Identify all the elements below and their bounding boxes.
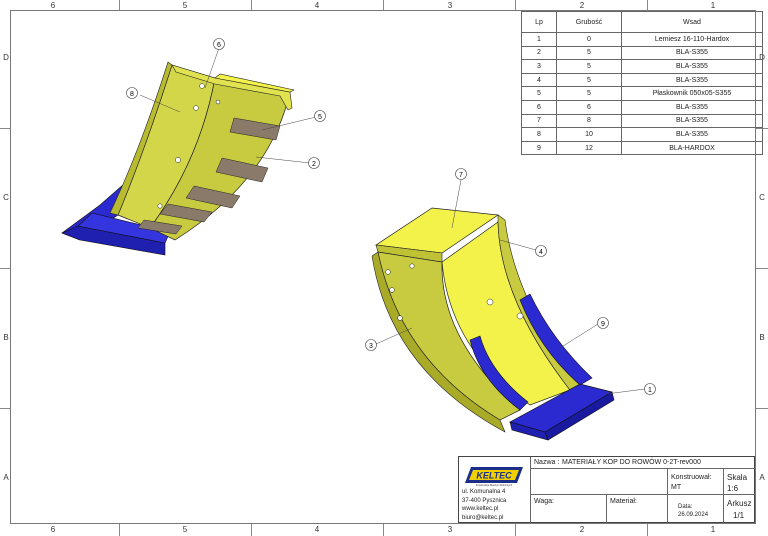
bom-cell: BLA-S355 (621, 72, 763, 88)
bom-cell: 8 (521, 127, 557, 142)
date-value: 26.09.2024 (678, 512, 709, 518)
balloon-3: 3 (365, 339, 377, 351)
name-value: MATERIAŁY KOP DO ROWÓW 0-2T-rev000 (562, 459, 701, 466)
balloon-label: 3 (369, 343, 373, 350)
balloon-5: 5 (314, 110, 326, 122)
scale-value: 1:6 (727, 484, 739, 493)
bom-cell: Płaskownik 050x05-S355 (621, 86, 763, 101)
sheet-label: Arkusz (727, 499, 752, 508)
sheet-field: Arkusz 1/1 (723, 494, 755, 523)
bom-cell: 4 (521, 72, 557, 88)
bom-row: 1 0 Lemiesz 16-110-Hardox (521, 32, 763, 47)
bom-cell: 3 (521, 59, 557, 74)
bom-cell: 9 (521, 140, 557, 156)
company-address: ul. Komunalna 4 37-400 Pysznica www.kelt… (462, 488, 506, 522)
balloon-1: 1 (644, 383, 656, 395)
balloon-label: 5 (318, 114, 322, 121)
logo-tagline: Konstrukcje Maszyn Rolniczych (476, 483, 513, 487)
bom-cell: 12 (556, 140, 622, 156)
bom-row: 6 6 BLA-S355 (521, 99, 763, 115)
bom-row: 7 8 BLA-S355 (521, 113, 763, 129)
bom-cell: BLA-S355 (621, 113, 763, 129)
blank-field (530, 468, 668, 495)
bom-cell: 8 (556, 113, 622, 129)
bom-cell: Lemiesz 16-110-Hardox (621, 32, 763, 47)
bom-row: 2 5 BLA-S355 (521, 45, 763, 61)
title-block: KELTEC Konstrukcje Maszyn Rolniczych ul.… (458, 456, 755, 523)
bom-row: 3 5 BLA-S355 (521, 59, 763, 74)
bom-cell: 5 (556, 86, 622, 101)
balloon-7: 7 (455, 168, 467, 180)
balloon-label: 4 (539, 249, 543, 256)
scale-field: Skala 1:6 (723, 468, 755, 495)
company-area: KELTEC Konstrukcje Maszyn Rolniczych ul.… (459, 457, 531, 523)
scale-label: Skala (727, 473, 748, 482)
bom-header-lp: Lp (521, 11, 557, 33)
bom-cell: 6 (521, 99, 557, 115)
bom-cell: 5 (556, 45, 622, 61)
balloon-4: 4 (535, 245, 547, 257)
bom-cell: BLA-S355 (621, 127, 763, 142)
weight-label: Waga: (534, 498, 554, 505)
bom-header-insert: Wsad (621, 11, 763, 33)
bom-row: 8 10 BLA-S355 (521, 127, 763, 142)
address-line: biuro@keltec.pl (462, 514, 504, 521)
balloon-2: 2 (308, 157, 320, 169)
balloon-label: 8 (130, 91, 134, 98)
balloon-8: 8 (126, 87, 138, 99)
balloon-6: 6 (213, 38, 225, 50)
bom-cell: 7 (521, 113, 557, 129)
designer-value: MT (671, 484, 682, 491)
balloon-label: 2 (312, 161, 316, 168)
name-label: Nazwa : (534, 459, 560, 466)
bom-row: 4 5 BLA-S355 (521, 72, 763, 88)
material-label: Materiał: (610, 498, 637, 505)
bom-cell: 6 (556, 99, 622, 115)
bom-cell: BLA-S355 (621, 59, 763, 74)
sheet-value: 1/1 (733, 511, 745, 520)
bom-row: 5 5 Płaskownik 050x05-S355 (521, 86, 763, 101)
company-logo: KELTEC Konstrukcje Maszyn Rolniczych (465, 467, 523, 487)
address-line: 37-400 Pysznica (462, 497, 507, 504)
bom-cell: 1 (521, 32, 557, 47)
address-line: www.keltec.pl (462, 506, 499, 512)
bom-cell: 5 (556, 59, 622, 74)
date-label: Data: (678, 504, 693, 510)
balloon-label: 1 (648, 387, 652, 394)
bom-cell: BLA-S355 (621, 99, 763, 115)
balloon-label: 7 (459, 172, 463, 179)
bom-header-thickness: Grubość (556, 11, 622, 33)
bom-header-row: Lp Grubość Wsad (521, 11, 763, 33)
bom-cell: 10 (556, 127, 622, 142)
bom-cell: BLA-S355 (621, 45, 763, 61)
bom-cell: 2 (521, 45, 557, 61)
bom-cell: 0 (556, 32, 622, 47)
bom-cell: 5 (556, 72, 622, 88)
balloon-label: 9 (601, 321, 605, 328)
balloon-label: 6 (217, 42, 221, 49)
designer-label: Konstruował: (671, 474, 712, 481)
material-field: Materiał: (606, 494, 668, 523)
balloon-9: 9 (597, 317, 609, 329)
date-field: Data: 26.09.2024 (667, 494, 724, 523)
bill-of-materials: Lp Grubość Wsad 1 0 Lemiesz 16-110-Hardox … (521, 11, 763, 156)
designer-field: Konstruował: MT (667, 468, 724, 495)
bom-cell: BLA-HARDOX (621, 140, 763, 156)
bom-cell: 5 (521, 86, 557, 101)
weight-field: Waga: (530, 494, 607, 523)
address-line: ul. Komunalna 4 (462, 489, 506, 495)
bom-row: 9 12 BLA-HARDOX (521, 140, 763, 156)
logo-text: KELTEC (476, 471, 512, 481)
